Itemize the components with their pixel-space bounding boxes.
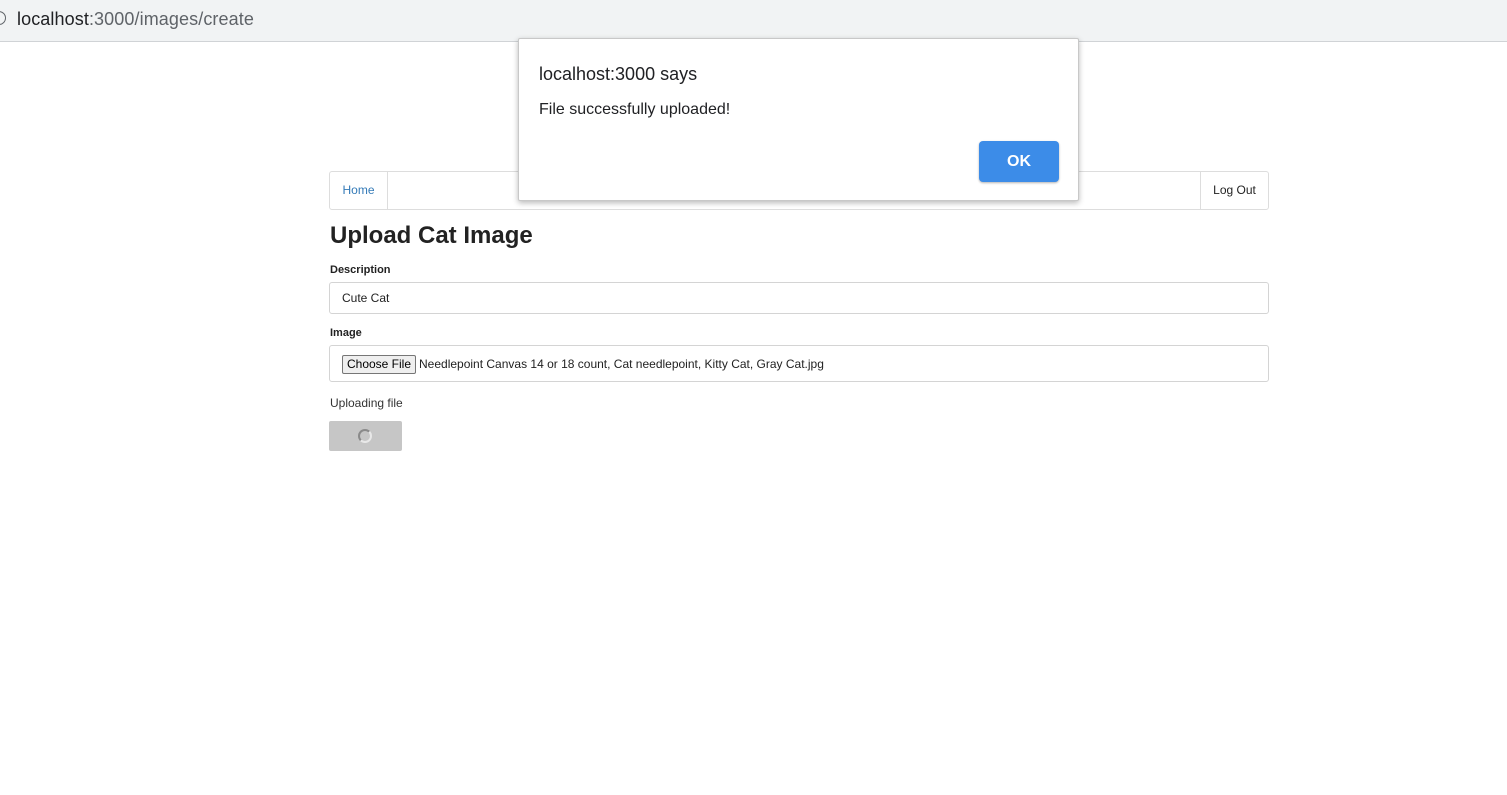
description-label: Description [330, 264, 391, 276]
url-text[interactable]: localhost:3000/images/create [17, 9, 254, 30]
image-label: Image [330, 327, 362, 339]
site-info-icon[interactable] [0, 11, 6, 25]
page-title: Upload Cat Image [330, 222, 533, 249]
description-input[interactable]: Cute Cat [329, 282, 1269, 314]
dialog-title: localhost:3000 says [539, 64, 698, 84]
dialog-message: File successfully uploaded! [539, 101, 731, 118]
upload-status-text: Uploading file [330, 396, 403, 410]
image-file-input[interactable]: Choose File Needlepoint Canvas 14 or 18 … [329, 345, 1269, 382]
nav-logout-link[interactable]: Log Out [1200, 172, 1268, 209]
url-host: localhost [17, 9, 89, 29]
nav-home-link[interactable]: Home [330, 172, 388, 209]
url-path: :3000/images/create [88, 9, 254, 29]
alert-dialog: localhost:3000 says File successfully up… [518, 38, 1079, 201]
choose-file-button[interactable]: Choose File [342, 355, 416, 374]
loading-spinner-icon [358, 429, 372, 443]
submit-button-loading [329, 421, 402, 451]
browser-address-bar[interactable]: localhost:3000/images/create [0, 0, 1507, 42]
selected-file-name: Needlepoint Canvas 14 or 18 count, Cat n… [419, 357, 824, 371]
ok-button[interactable]: OK [979, 141, 1059, 182]
